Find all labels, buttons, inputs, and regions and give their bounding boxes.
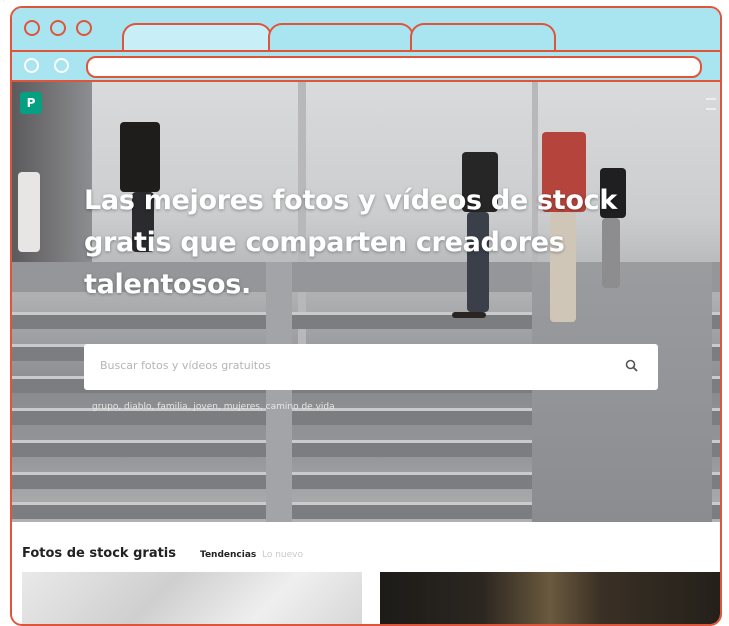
- search-placeholder: Buscar fotos y vídeos gratuitos: [100, 359, 271, 372]
- forward-icon[interactable]: [54, 58, 69, 73]
- browser-window: P Las mejores fotos y vídeos de stock gr…: [10, 6, 722, 626]
- browser-titlebar: [12, 8, 720, 52]
- person-figure: [18, 172, 40, 252]
- suggested-tags[interactable]: grupo, diablo, familia, joven, mujeres, …: [92, 402, 335, 412]
- skateboard: [452, 312, 486, 318]
- close-window-icon[interactable]: [24, 20, 40, 36]
- url-input[interactable]: [86, 56, 702, 78]
- browser-tab-1[interactable]: [122, 23, 272, 50]
- back-icon[interactable]: [24, 58, 39, 73]
- address-bar-row: [12, 52, 720, 82]
- tab-trending[interactable]: Tendencias: [200, 550, 256, 560]
- maximize-window-icon[interactable]: [76, 20, 92, 36]
- browser-tab-2[interactable]: [268, 23, 414, 50]
- photo-thumbnail[interactable]: [380, 572, 720, 624]
- browser-tab-3[interactable]: [410, 23, 556, 50]
- search-bar[interactable]: Buscar fotos y vídeos gratuitos: [84, 344, 658, 390]
- menu-icon[interactable]: [706, 98, 716, 110]
- hero-image: P Las mejores fotos y vídeos de stock gr…: [12, 82, 720, 522]
- hero-headline: Las mejores fotos y vídeos de stock grat…: [84, 185, 618, 300]
- photo-thumbnail[interactable]: [22, 572, 362, 624]
- section-title: Fotos de stock gratis: [22, 546, 177, 561]
- search-icon[interactable]: [624, 358, 640, 374]
- pexels-logo[interactable]: P: [20, 92, 42, 114]
- photos-section: Fotos de stock gratis Tendencias Lo nuev…: [12, 522, 720, 624]
- tab-new[interactable]: Lo nuevo: [262, 550, 303, 560]
- minimize-window-icon[interactable]: [50, 20, 66, 36]
